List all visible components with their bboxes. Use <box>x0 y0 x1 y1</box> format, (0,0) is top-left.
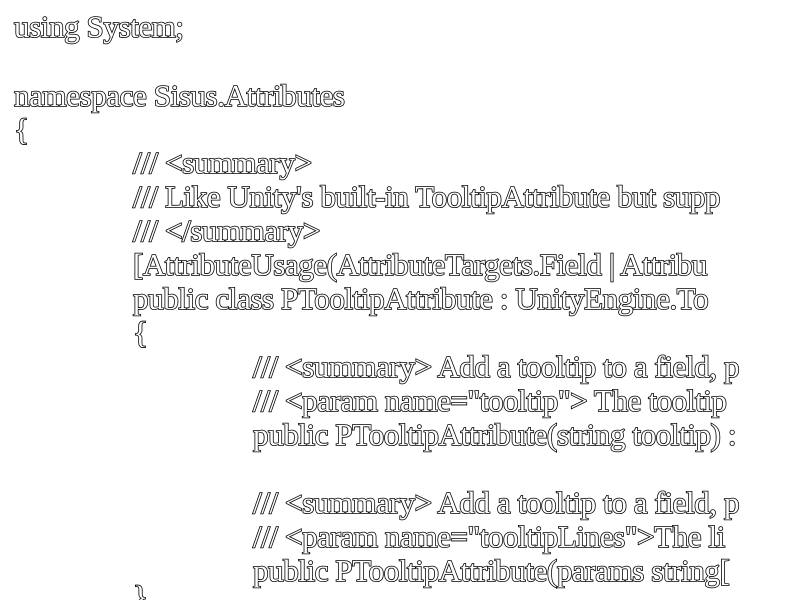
code-line: public PTooltipAttribute(string tooltip)… <box>252 417 737 453</box>
code-line: { <box>132 315 149 351</box>
code-line: { <box>13 112 30 148</box>
code-line: /// <summary> Add a tooltip to a field, … <box>252 349 740 385</box>
code-line: namespace Sisus.Attributes <box>13 78 346 114</box>
code-line: public PTooltipAttribute(params string[ <box>252 553 730 589</box>
code-line: using System; <box>13 9 185 45</box>
code-line: [AttributeUsage(AttributeTargets.Field |… <box>132 247 708 283</box>
code-editor-area[interactable]: using System; namespace Sisus.Attributes… <box>0 0 800 600</box>
code-line: } <box>132 579 149 600</box>
code-line: /// <param name="tooltip"> The tooltip <box>252 383 728 419</box>
code-line: /// Like Unity's built-in TooltipAttribu… <box>132 179 721 215</box>
code-line: public class PTooltipAttribute : UnityEn… <box>132 281 709 317</box>
code-line: /// </summary> <box>132 213 321 249</box>
code-line: /// <summary> Add a tooltip to a field, … <box>252 485 740 521</box>
code-line: /// <param name="tooltipLines">The li <box>252 519 726 555</box>
code-line: /// <summary> <box>132 145 313 181</box>
